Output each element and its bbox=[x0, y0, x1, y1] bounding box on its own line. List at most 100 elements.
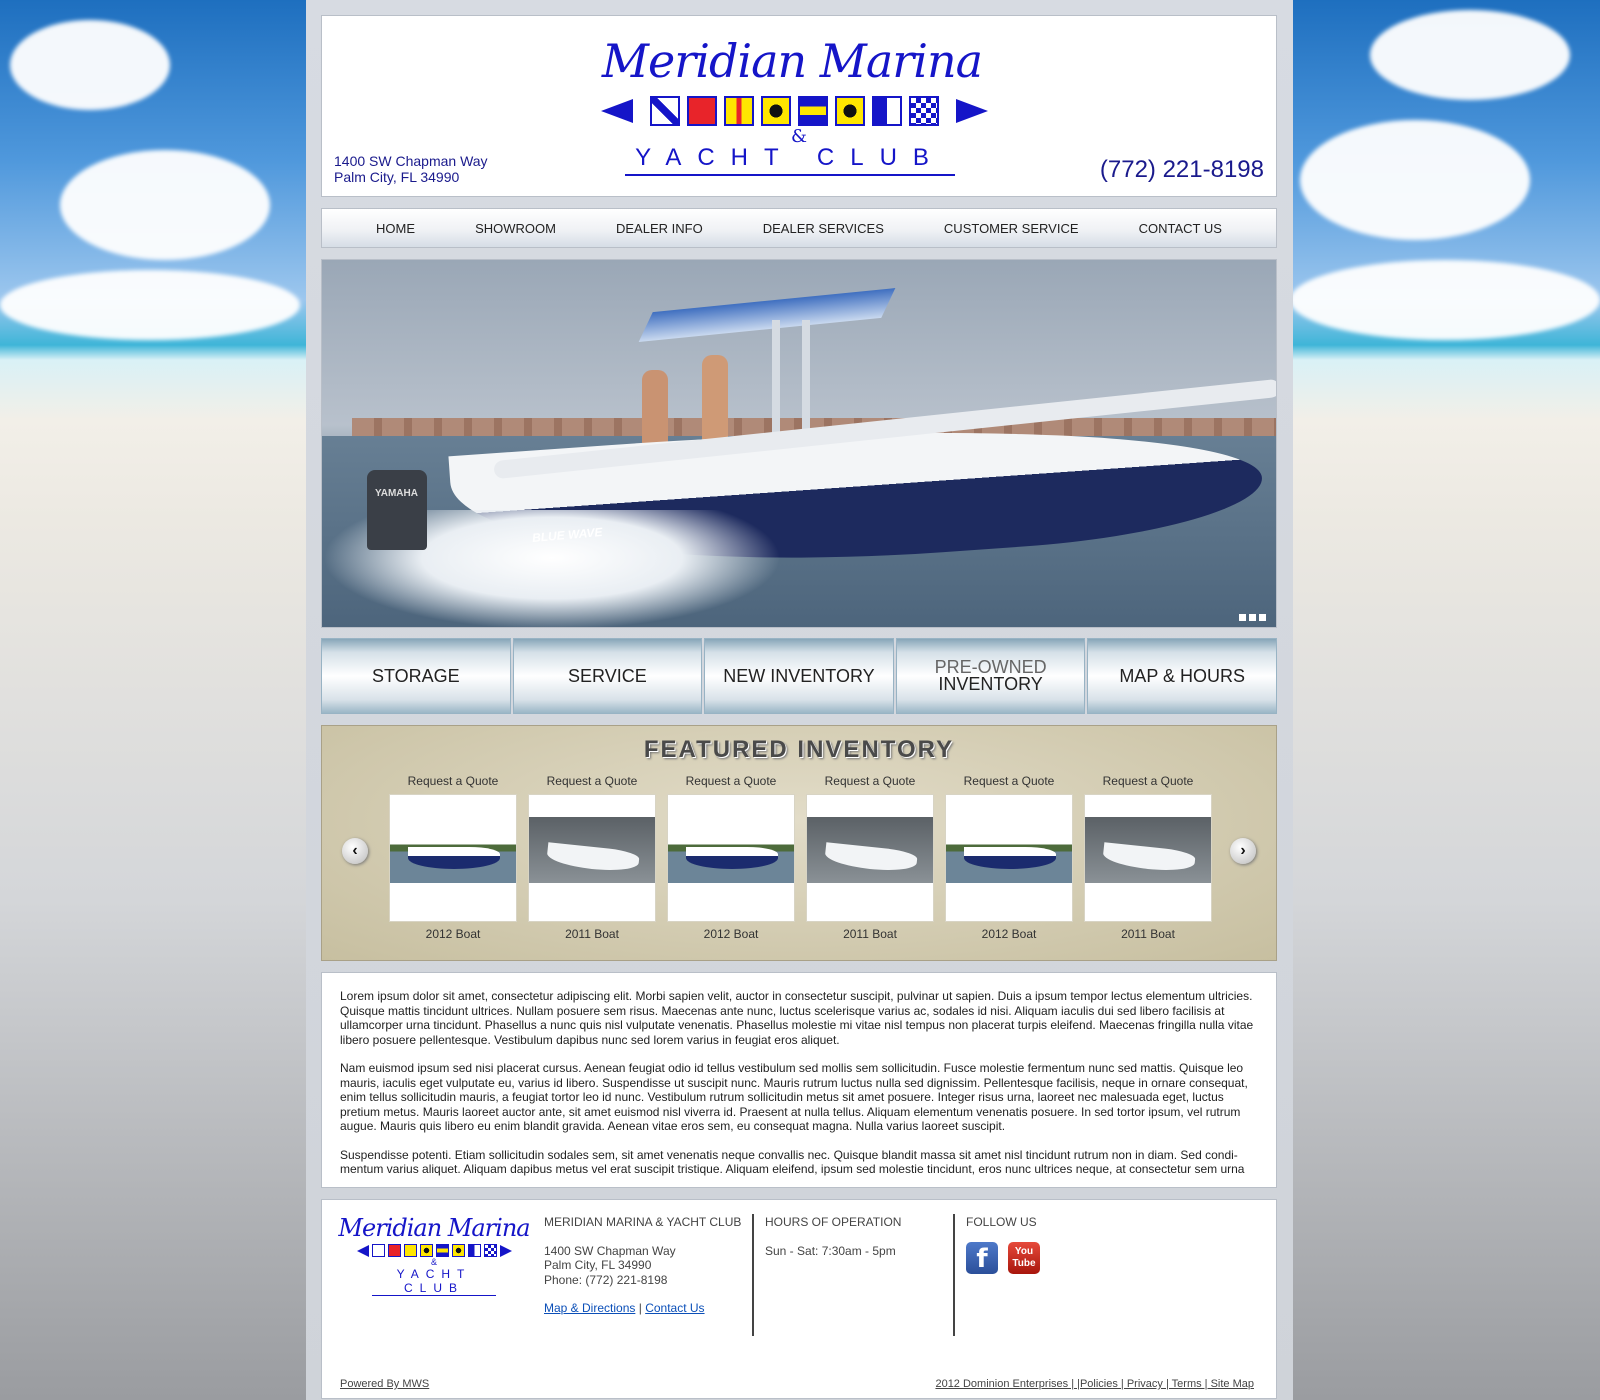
flag-stripes-icon bbox=[797, 96, 828, 126]
footer-hours: HOURS OF OPERATION Sun - Sat: 7:30am - 5… bbox=[765, 1215, 901, 1258]
youtube-icon[interactable]: You Tube bbox=[1008, 1241, 1040, 1274]
header-phone[interactable]: (772) 221-8198 bbox=[1100, 156, 1264, 184]
request-quote-link[interactable]: Request a Quote bbox=[1084, 774, 1212, 794]
flag-split-icon bbox=[467, 1244, 481, 1257]
footer-logo[interactable]: Meridian Marina & YACHT CLUB bbox=[334, 1214, 534, 1296]
inventory-label[interactable]: 2012 Boat bbox=[945, 927, 1073, 941]
flag-checker-icon bbox=[908, 96, 939, 126]
slide-dot[interactable] bbox=[1239, 614, 1246, 621]
facebook-icon[interactable]: f bbox=[966, 1241, 998, 1274]
request-quote-link[interactable]: Request a Quote bbox=[806, 774, 934, 794]
slideshow-dots bbox=[1239, 614, 1266, 621]
footer-social: FOLLOW US f You Tube bbox=[966, 1215, 1040, 1274]
logo-subtitle: YACHT CLUB bbox=[625, 144, 955, 176]
flag-dot-icon bbox=[419, 1244, 433, 1257]
footer-divider bbox=[953, 1214, 955, 1336]
outboard-motor: YAMAHA bbox=[367, 470, 427, 550]
nav-contact-us[interactable]: CONTACT US bbox=[1139, 221, 1222, 236]
inventory-item: Request a Quote 2011 Boat bbox=[806, 774, 934, 941]
boat-thumbnail[interactable] bbox=[945, 794, 1073, 922]
inventory-item: Request a Quote 2012 Boat bbox=[945, 774, 1073, 941]
nav-showroom[interactable]: SHOWROOM bbox=[475, 221, 556, 236]
service-button[interactable]: SERVICE bbox=[512, 638, 703, 714]
flag-red-icon bbox=[387, 1244, 401, 1257]
featured-items: Request a Quote 2012 Boat Request a Quot… bbox=[389, 774, 1212, 941]
featured-title: FEATURED INVENTORY bbox=[643, 736, 955, 763]
boat-thumbnail[interactable] bbox=[806, 794, 934, 922]
inventory-item: Request a Quote 2012 Boat bbox=[667, 774, 795, 941]
motor-brand: YAMAHA bbox=[375, 488, 418, 499]
preowned-inventory-button[interactable]: PRE-OWNED INVENTORY bbox=[895, 638, 1086, 714]
footer-logo-subtitle: YACHT CLUB bbox=[372, 1267, 496, 1296]
logo-left-arrow-icon bbox=[356, 1244, 369, 1257]
inventory-item: Request a Quote 2012 Boat bbox=[389, 774, 517, 941]
flag-dot-icon bbox=[451, 1244, 465, 1257]
flag-split-icon bbox=[871, 96, 902, 126]
carousel-next-icon[interactable]: › bbox=[1230, 838, 1256, 864]
content-paragraph: Suspendisse potenti. Etiam sollicitudin … bbox=[340, 1147, 1245, 1177]
boat-thumbnail[interactable] bbox=[528, 794, 656, 922]
hours-title: HOURS OF OPERATION bbox=[765, 1215, 902, 1229]
preowned-label-line2: INVENTORY bbox=[938, 674, 1043, 694]
footer-logo-ampersand: & bbox=[430, 1257, 437, 1267]
flag-checker-icon bbox=[483, 1244, 497, 1257]
request-quote-link[interactable]: Request a Quote bbox=[528, 774, 656, 794]
slide-dot[interactable] bbox=[1259, 614, 1266, 621]
inventory-item: Request a Quote 2011 Boat bbox=[1084, 774, 1212, 941]
flag-x-icon bbox=[371, 1244, 385, 1257]
footer-divider bbox=[752, 1214, 754, 1336]
footer-flags bbox=[334, 1244, 534, 1257]
inventory-label[interactable]: 2011 Boat bbox=[1084, 927, 1212, 941]
boat-thumbnail[interactable] bbox=[667, 794, 795, 922]
youtube-icon-line2: Tube bbox=[1012, 1257, 1036, 1269]
header-address: 1400 SW Chapman Way Palm City, FL 34990 bbox=[334, 153, 488, 185]
contact-us-link[interactable]: Contact Us bbox=[645, 1301, 704, 1315]
nav-customer-service[interactable]: CUSTOMER SERVICE bbox=[944, 221, 1079, 236]
footer-company: MERIDIAN MARINA & YACHT CLUB bbox=[544, 1215, 742, 1229]
link-separator: | bbox=[638, 1301, 642, 1315]
nav-home[interactable]: HOME bbox=[376, 221, 415, 236]
powered-by-link[interactable]: Powered By MWS bbox=[340, 1378, 429, 1390]
inventory-label[interactable]: 2012 Boat bbox=[667, 927, 795, 941]
follow-title: FOLLOW US bbox=[966, 1215, 1037, 1229]
youtube-icon-line1: You bbox=[1014, 1245, 1034, 1257]
address-line-2: Palm City, FL 34990 bbox=[334, 169, 460, 185]
site-header: Meridian Marina & YACHT CLUB 1400 SW Cha… bbox=[321, 15, 1277, 197]
inventory-label[interactable]: 2011 Boat bbox=[806, 927, 934, 941]
boat-thumbnail[interactable] bbox=[1084, 794, 1212, 922]
storage-button[interactable]: STORAGE bbox=[321, 638, 511, 714]
request-quote-link[interactable]: Request a Quote bbox=[389, 774, 517, 794]
boat-thumbnail[interactable] bbox=[389, 794, 517, 922]
flag-cross-icon bbox=[403, 1244, 417, 1257]
request-quote-link[interactable]: Request a Quote bbox=[945, 774, 1073, 794]
content-paragraph: Lorem ipsum dolor sit amet, consectetur … bbox=[340, 989, 1254, 1047]
nav-dealer-info[interactable]: DEALER INFO bbox=[616, 221, 703, 236]
footer-address-line-1: 1400 SW Chapman Way bbox=[544, 1243, 676, 1258]
inventory-item: Request a Quote 2011 Boat bbox=[528, 774, 656, 941]
nautical-flags-logo bbox=[584, 94, 1004, 128]
map-hours-button[interactable]: MAP & HOURS bbox=[1087, 638, 1277, 714]
logo-title[interactable]: Meridian Marina bbox=[582, 34, 1002, 88]
slide-dot[interactable] bbox=[1249, 614, 1256, 621]
footer-address-line-2: Palm City, FL 34990 bbox=[544, 1258, 652, 1272]
map-directions-link[interactable]: Map & Directions bbox=[544, 1301, 635, 1315]
main-content: Lorem ipsum dolor sit amet, consectetur … bbox=[321, 972, 1277, 1188]
content-paragraph: Nam euismod ipsum sed nisi placerat curs… bbox=[340, 1061, 1248, 1133]
address-line-1: 1400 SW Chapman Way bbox=[334, 153, 488, 169]
nav-dealer-services[interactable]: DEALER SERVICES bbox=[763, 221, 884, 236]
flag-dot-icon bbox=[834, 96, 865, 126]
new-inventory-button[interactable]: NEW INVENTORY bbox=[704, 638, 894, 714]
hero-slideshow[interactable]: YAMAHA BLUE WAVE bbox=[321, 259, 1277, 628]
request-quote-link[interactable]: Request a Quote bbox=[667, 774, 795, 794]
flag-x-icon bbox=[649, 96, 680, 126]
logo-right-arrow-icon bbox=[955, 99, 988, 123]
carousel-prev-icon[interactable]: ‹ bbox=[342, 838, 368, 864]
footer-contact: MERIDIAN MARINA & YACHT CLUB 1400 SW Cha… bbox=[544, 1215, 741, 1316]
legal-links[interactable]: 2012 Dominion Enterprises | |Policies | … bbox=[935, 1378, 1254, 1390]
inventory-label[interactable]: 2012 Boat bbox=[389, 927, 517, 941]
page-container: Meridian Marina & YACHT CLUB 1400 SW Cha… bbox=[306, 0, 1293, 1400]
hours-text: Sun - Sat: 7:30am - 5pm bbox=[765, 1243, 896, 1258]
flag-dot-icon bbox=[760, 96, 791, 126]
site-footer: Meridian Marina & YACHT CLUB MERIDIAN MA… bbox=[321, 1199, 1277, 1399]
inventory-label[interactable]: 2011 Boat bbox=[528, 927, 656, 941]
